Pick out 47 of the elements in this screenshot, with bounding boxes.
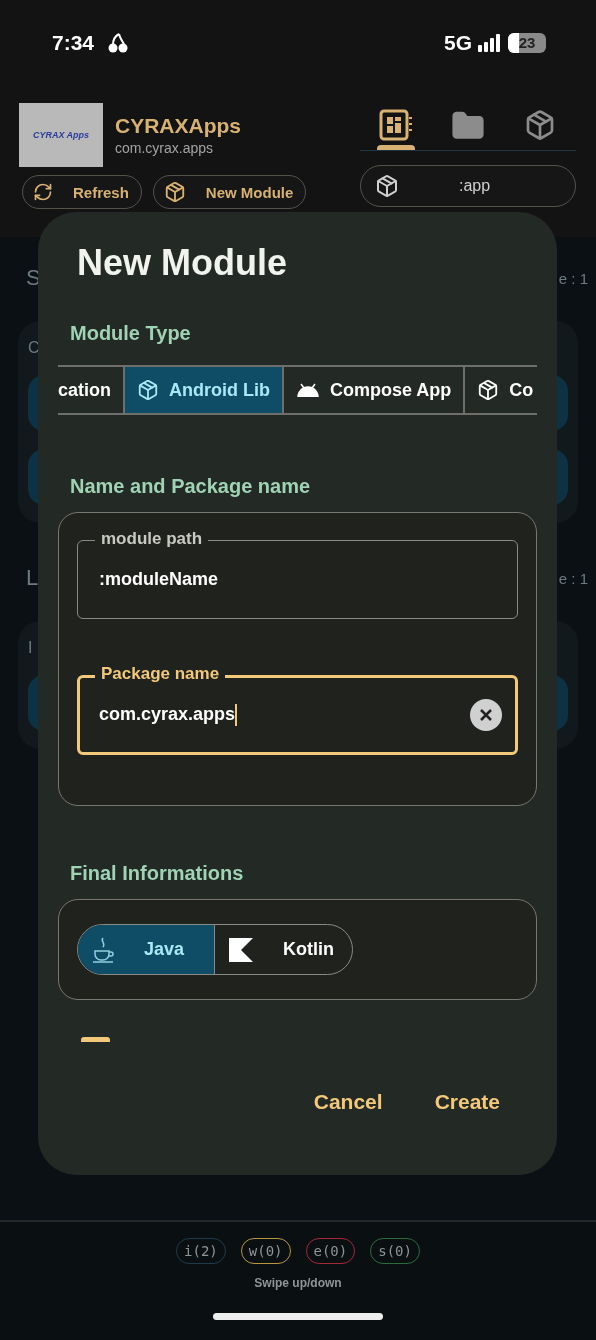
section-label: Name and Package name — [69, 475, 312, 498]
swipe-hint: Swipe up/down — [254, 1276, 342, 1290]
cherry-icon — [108, 32, 129, 53]
dialog-title: New Module — [77, 242, 288, 284]
card-text: I — [28, 639, 34, 657]
cube-icon — [137, 379, 159, 401]
text-cursor — [235, 704, 238, 727]
field-label: Package name — [95, 664, 226, 684]
cube-icon — [375, 174, 399, 198]
cube-icon — [524, 109, 556, 141]
battery-level: 23 — [518, 34, 536, 51]
language-option[interactable]: Java — [78, 925, 215, 974]
section-count: e : 1 — [558, 569, 588, 587]
app-package: com.cyrax.apps — [115, 140, 215, 156]
kotlin-icon — [229, 937, 253, 962]
android-icon — [296, 383, 320, 397]
board-icon — [379, 109, 413, 141]
field-label: module path — [95, 529, 209, 549]
cancel-button[interactable]: Cancel — [313, 1090, 383, 1114]
app-name: CYRAXApps — [115, 114, 241, 138]
cube-icon — [477, 379, 500, 401]
section-label: Module Type — [69, 322, 192, 345]
module-type-tab[interactable]: Co — [465, 367, 536, 413]
module-type-tab[interactable]: Compose App — [284, 367, 466, 413]
section-count: e : 1 — [558, 269, 588, 287]
field-value: :moduleName — [99, 569, 219, 590]
cube-icon — [163, 181, 186, 203]
section-label: Final Informations — [69, 862, 245, 885]
refresh-icon — [33, 182, 53, 202]
refresh-button[interactable]: Refresh — [22, 175, 142, 209]
close-icon — [478, 707, 494, 723]
section-heading: L — [26, 565, 39, 591]
create-button[interactable]: Create — [434, 1090, 500, 1114]
new-module-button[interactable]: New Module — [152, 175, 307, 209]
signal-icon — [478, 33, 502, 52]
input-field[interactable]: Package name com.cyrax.apps — [77, 664, 518, 755]
coffee-cup-icon — [92, 935, 114, 964]
input-field[interactable]: module path :moduleName — [77, 529, 518, 619]
network-type: 5G — [444, 30, 472, 55]
logo-text: CYRAX Apps — [32, 130, 90, 140]
handle-mark — [81, 1037, 110, 1042]
module-type-tab[interactable]: Android Lib — [125, 367, 284, 413]
language-option[interactable]: Kotlin — [215, 925, 352, 974]
field-value: com.cyrax.apps — [99, 703, 238, 727]
module-selector[interactable]: :app — [360, 165, 576, 207]
clock-time: 7:34 — [52, 30, 95, 55]
clear-button[interactable] — [470, 699, 502, 731]
